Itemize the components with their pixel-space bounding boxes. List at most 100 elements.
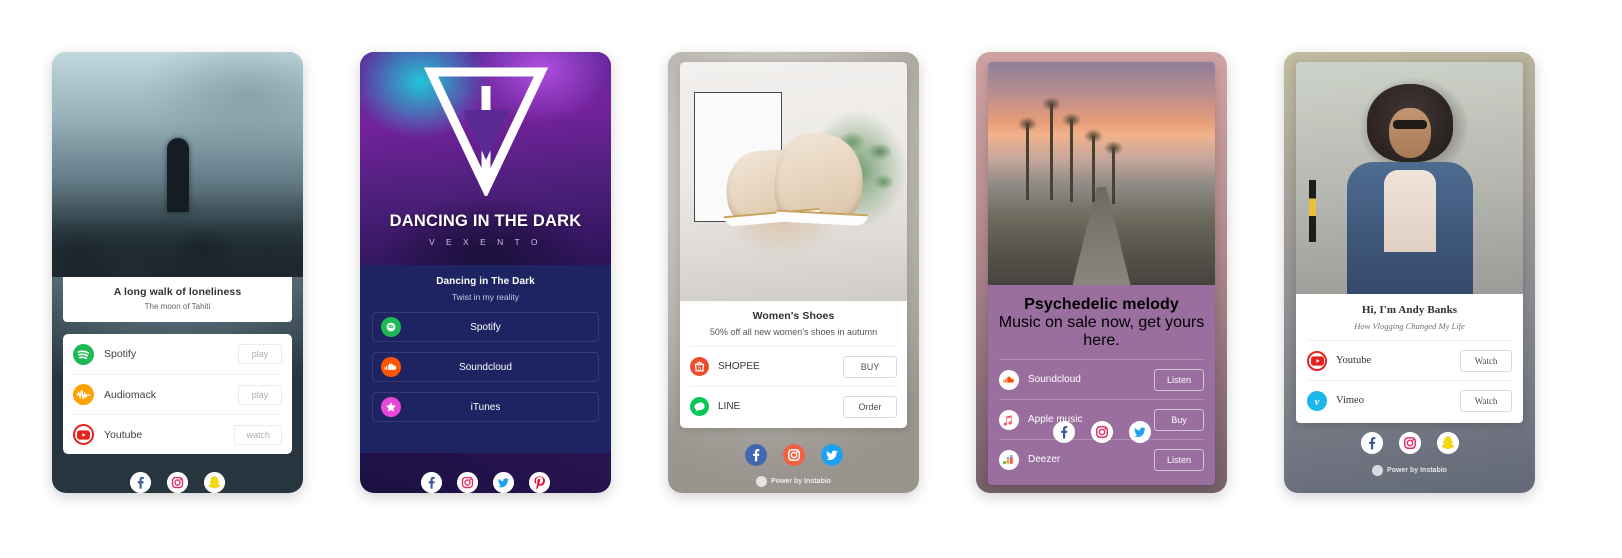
link-row[interactable]: Youtube watch — [73, 414, 282, 454]
hero-title: DANCING IN THE DARK — [389, 212, 582, 230]
card-subtitle: The moon of Tahiti — [144, 302, 211, 311]
palm-tree-icon — [1018, 117, 1037, 200]
vimeo-icon: v — [1307, 390, 1327, 411]
instagram-icon[interactable] — [1398, 432, 1421, 454]
svg-text:S: S — [698, 366, 702, 372]
pinterest-icon[interactable] — [529, 472, 550, 493]
social-links — [360, 472, 611, 493]
link-action-button[interactable]: BUY — [843, 355, 897, 378]
link-label: SHOPEE — [718, 361, 760, 372]
card-title-block: Hi, I'm Andy Banks How Vlogging Changed … — [1296, 294, 1523, 340]
twitter-icon[interactable] — [820, 444, 843, 466]
link-list: S SHOPEE BUY LINE Order — [680, 346, 907, 428]
template-card-music-loneliness[interactable]: A long walk of loneliness The moon of Ta… — [52, 52, 303, 493]
link-row[interactable]: S SHOPEE BUY — [690, 346, 897, 386]
palm-tree-icon — [1042, 97, 1061, 200]
facebook-icon[interactable] — [1052, 421, 1075, 443]
facebook-icon[interactable] — [130, 472, 151, 493]
card-inner-panel: Hi, I'm Andy Banks How Vlogging Changed … — [1296, 62, 1523, 423]
link-label: Deezer — [1028, 454, 1061, 465]
facebook-icon[interactable] — [1360, 432, 1383, 454]
link-label: Youtube — [1336, 355, 1372, 366]
soundcloud-icon — [999, 369, 1019, 390]
palm-tree-icon — [1084, 129, 1103, 202]
card-title-block: A long walk of loneliness The moon of Ta… — [63, 277, 292, 322]
link-label: Youtube — [104, 428, 143, 441]
face-prop — [1388, 108, 1431, 158]
card-subtitle: Twist in my reality — [451, 292, 520, 302]
link-action-button[interactable]: Listen — [1153, 448, 1204, 471]
card-title: A long walk of loneliness — [113, 286, 242, 298]
card-subtitle: Music on sale now, get yours here. — [998, 314, 1205, 349]
twitter-icon[interactable] — [493, 472, 514, 493]
card-subtitle: How Vlogging Changed My Life — [1354, 321, 1465, 331]
link-action-button[interactable]: Watch — [1460, 389, 1512, 412]
link-list: Soundcloud Listen Apple music Buy Deezer… — [988, 359, 1215, 479]
powered-by-footer: Power by Instabio — [668, 476, 919, 487]
link-action-button[interactable]: play — [238, 344, 282, 364]
card-inner-panel: Women's Shoes 50% off all new women's sh… — [680, 62, 907, 428]
template-card-dancing-in-the-dark[interactable]: DANCING IN THE DARK V E X E N T O Dancin… — [360, 52, 611, 493]
link-label: LINE — [718, 401, 741, 412]
link-list: Youtube Watch v Vimeo Watch — [1296, 340, 1523, 423]
link-row[interactable]: LINE Order — [690, 386, 897, 426]
link-action-button[interactable]: watch — [234, 424, 282, 445]
link-label: Soundcloud — [459, 361, 512, 373]
social-links — [1284, 432, 1535, 454]
link-row[interactable]: Soundcloud Listen — [999, 359, 1204, 399]
link-row[interactable]: Audiomack play — [73, 374, 282, 414]
card-panel: Psychedelic melody Music on sale now, ge… — [988, 285, 1215, 485]
link-row[interactable]: v Vimeo Watch — [1307, 380, 1512, 420]
link-row[interactable]: Soundcloud — [372, 352, 599, 382]
youtube-icon — [73, 424, 94, 445]
link-row[interactable]: iTunes — [372, 392, 599, 422]
audiomack-icon — [73, 384, 94, 405]
facebook-icon[interactable] — [744, 444, 767, 466]
powered-by-label: Power by Instabio — [1387, 467, 1447, 474]
link-label: Vimeo — [1336, 395, 1364, 406]
hero-subtitle: V E X E N T O — [429, 237, 542, 247]
link-row[interactable]: Spotify — [372, 312, 599, 342]
instagram-icon[interactable] — [457, 472, 478, 493]
card-title: Hi, I'm Andy Banks — [1361, 304, 1458, 316]
hero-image-andy-banks-portrait — [1296, 62, 1523, 294]
link-row[interactable]: Spotify play — [73, 334, 282, 374]
social-links — [976, 421, 1227, 443]
social-links — [52, 472, 303, 493]
shirt-prop — [1383, 170, 1436, 252]
link-action-button[interactable]: Listen — [1153, 368, 1204, 391]
link-action-button[interactable]: Watch — [1460, 349, 1512, 372]
youtube-icon — [1307, 350, 1327, 371]
snapchat-icon[interactable] — [204, 472, 225, 493]
instagram-icon[interactable] — [1090, 421, 1113, 443]
card-title-block: Dancing in The Dark Twist in my reality — [372, 276, 599, 302]
road-prop — [1072, 187, 1131, 285]
link-action-button[interactable]: play — [238, 384, 282, 405]
vexento-logo-icon — [423, 64, 549, 201]
link-label: Audiomack — [104, 388, 156, 401]
instagram-icon[interactable] — [782, 444, 805, 466]
facebook-icon[interactable] — [421, 472, 442, 493]
sunglasses-icon — [1392, 120, 1427, 129]
snapchat-icon[interactable] — [1436, 432, 1459, 454]
svg-text:v: v — [1315, 396, 1320, 408]
link-list: Spotify play Audiomack play Youtube watc… — [63, 334, 292, 454]
card-subtitle: 50% off all new women's shoes in autumn — [709, 327, 878, 337]
hero-image-concert-crowd: DANCING IN THE DARK V E X E N T O — [360, 52, 611, 265]
palm-tree-icon — [1062, 113, 1081, 202]
link-label: Soundcloud — [1028, 374, 1081, 385]
template-card-psychedelic-melody[interactable]: Psychedelic melody Music on sale now, ge… — [976, 52, 1227, 493]
line-icon — [690, 397, 709, 416]
hero-image-palm-street-sunset — [988, 62, 1215, 285]
card-panel: Dancing in The Dark Twist in my reality … — [360, 265, 611, 453]
link-row[interactable]: Deezer Listen — [999, 439, 1204, 479]
link-action-button[interactable]: Order — [843, 395, 897, 418]
link-row[interactable]: Youtube Watch — [1307, 340, 1512, 380]
instagram-icon[interactable] — [167, 472, 188, 493]
deezer-icon — [999, 449, 1019, 470]
template-card-womens-shoes[interactable]: Women's Shoes 50% off all new women's sh… — [668, 52, 919, 493]
instabio-logo-icon — [1372, 465, 1384, 476]
template-card-andy-banks[interactable]: Hi, I'm Andy Banks How Vlogging Changed … — [1284, 52, 1535, 493]
twitter-icon[interactable] — [1128, 421, 1151, 443]
powered-by-footer: Power by Instabio — [1284, 465, 1535, 476]
